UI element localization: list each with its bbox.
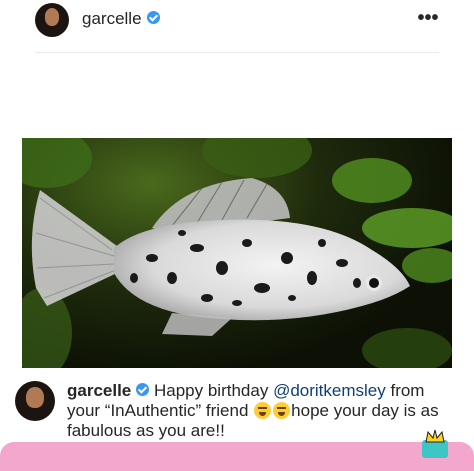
post-header: garcelle •••	[0, 0, 474, 50]
molly-fish-icon	[31, 178, 410, 336]
caption-text-before: Happy birthday	[149, 381, 274, 400]
mention-link[interactable]: @doritkemsley	[273, 381, 386, 400]
profile-avatar[interactable]	[35, 3, 69, 37]
weary-face-emoji-icon	[254, 402, 272, 419]
header-username[interactable]: garcelle	[82, 9, 142, 28]
post-image[interactable]	[22, 138, 452, 368]
caption-text: garcelle Happy birthday @doritkemsley fr…	[67, 381, 462, 441]
more-options-button[interactable]: •••	[416, 8, 440, 28]
crown-badge-icon	[422, 429, 448, 458]
bottom-pink-bar	[0, 442, 474, 471]
caption-username[interactable]: garcelle	[67, 381, 131, 400]
header-divider	[35, 52, 439, 53]
caption-avatar[interactable]	[15, 381, 55, 421]
post-caption: garcelle Happy birthday @doritkemsley fr…	[0, 375, 474, 445]
joy-face-emoji-icon	[273, 402, 291, 419]
verified-badge-icon	[136, 383, 150, 397]
header-username-row[interactable]: garcelle	[82, 9, 160, 29]
verified-badge-icon	[146, 11, 160, 25]
